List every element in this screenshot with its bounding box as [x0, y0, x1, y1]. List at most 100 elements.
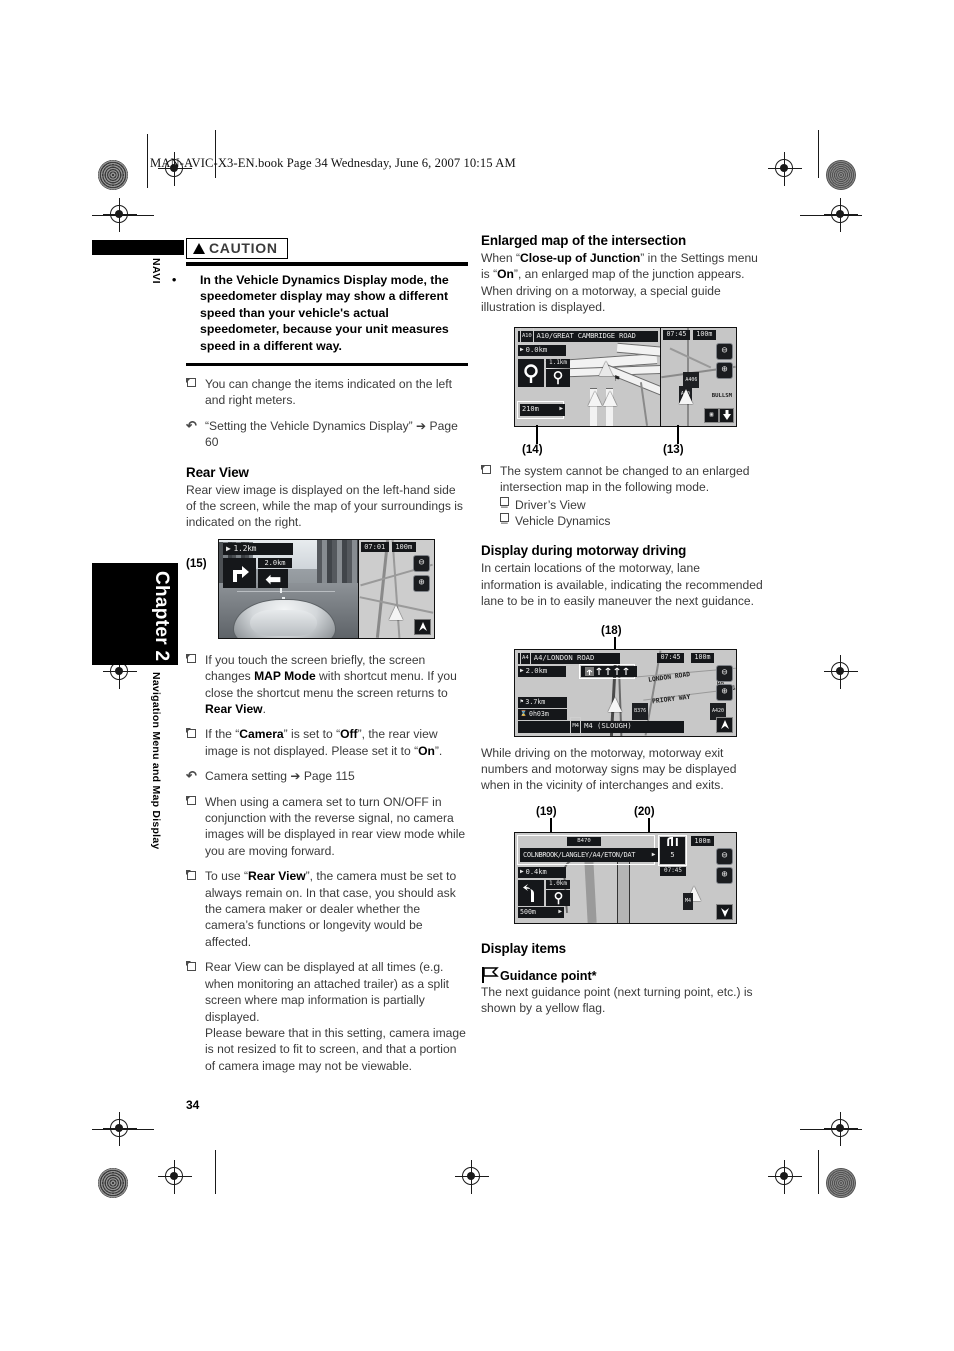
direction-button[interactable] — [719, 407, 734, 423]
display-item-entry: Guidance point* The next guidance point … — [481, 966, 763, 1017]
compass-button[interactable] — [716, 903, 733, 920]
zoom-out-button[interactable]: ⊖ — [716, 847, 733, 865]
map-scale-value: 100m — [395, 542, 413, 551]
zoom-in-button[interactable]: ⊕ — [413, 574, 430, 592]
note-item: If the “Camera” is set to “Off”, the rea… — [186, 726, 468, 759]
crop-line-lower-right — [800, 1129, 862, 1131]
warning-triangle-icon — [193, 243, 205, 254]
guidance-distance: 2.0km — [525, 665, 548, 675]
secondary-distance-bar: 1.0km — [546, 879, 570, 889]
reference-arrow-icon: ↶ — [186, 417, 197, 433]
figure-enlarged-intersection: ⚑ A10 A10/GREAT CAMBRIDGE ROAD ▶ 0.0km 1… — [481, 326, 763, 456]
flag-icon — [481, 966, 500, 983]
note-text: If you touch the screen briefly, the scr… — [205, 652, 457, 717]
zoom-out-button[interactable]: ⊖ — [716, 342, 733, 360]
guidance-flag-icon: ▶ — [520, 345, 524, 353]
zoom-in-button[interactable]: ⊕ — [716, 866, 733, 884]
secondary-distance-bar: 1.1km — [546, 358, 570, 368]
reference-text: “Setting the Vehicle Dynamics Display” ➔… — [205, 418, 458, 450]
map-route-badge: B376 — [632, 703, 649, 720]
turn-right-arrow-icon — [232, 565, 249, 582]
map-scale-value: 100m — [694, 653, 711, 662]
note-marker-icon — [186, 653, 196, 664]
compass-button[interactable] — [716, 716, 733, 733]
enlarged-intersection-screenshot: ⚑ A10 A10/GREAT CAMBRIDGE ROAD ▶ 0.0km 1… — [514, 326, 737, 427]
guidance-point-title: Guidance point* — [500, 968, 597, 983]
motorway-heading: Display during motorway driving — [481, 543, 687, 559]
note-item: The system cannot be changed to an enlar… — [481, 463, 763, 529]
figure-rear-view: (15) ▶ 1.2km 2.0km 07:01 100m ⊖ ⊕ — [186, 538, 468, 643]
photo-lane-line — [237, 590, 335, 593]
registration-mark-mid-right — [824, 655, 858, 689]
reference-item: ↶ Camera setting ➔ Page 115 — [186, 768, 468, 784]
zoom-out-button[interactable]: ⊖ — [716, 664, 733, 682]
note-text: The system cannot be changed to an enlar… — [500, 463, 750, 495]
registration-mark-bottom-center — [455, 1160, 489, 1194]
caution-body: In the Vehicle Dynamics Display mode, th… — [200, 272, 449, 353]
note-marker-icon — [186, 870, 196, 880]
map-route-badge: M4 — [682, 893, 693, 910]
turn-left-arrow-icon — [265, 575, 281, 585]
motorway-lane-screenshot: LONDON ROAD PRIORY WAY HO FEG A4 A4/LOND… — [514, 648, 737, 737]
note-text: Rear View can be displayed at all times … — [205, 960, 466, 1073]
rear-view-intro: Rear view image is displayed on the left… — [186, 482, 463, 530]
print-density-dot-bottom-left — [98, 1168, 128, 1198]
guidance-distance: 1.2km — [233, 543, 257, 553]
scale-box-value: 500m — [520, 908, 536, 917]
print-density-dot-bottom-right — [826, 1168, 856, 1198]
reference-arrow-icon: ↶ — [186, 768, 197, 784]
chapter-tab-label: Chapter 2 — [151, 571, 172, 662]
file-header-line: MAN-AVIC-X3-EN.book Page 34 Wednesday, J… — [147, 134, 850, 188]
zoom-out-button[interactable]: ⊖ — [413, 554, 430, 572]
callout-18: (18) — [601, 623, 622, 637]
guidance-distance-bar: ▶ 2.0km — [518, 665, 566, 677]
motorway-body: While driving on the motorway, motorway … — [481, 745, 737, 793]
exit-number-value: 5 — [670, 851, 675, 860]
sub-item: – Driver’s View — [500, 497, 763, 513]
zoom-in-button[interactable]: ⊕ — [716, 361, 733, 379]
enlarged-map-heading: Enlarged map of the intersection — [481, 233, 687, 248]
turn-arrow-panel — [223, 557, 256, 588]
callout-20: (20) — [634, 804, 655, 818]
roundabout-small-icon — [553, 371, 563, 385]
scale-box: 210m ▶ — [520, 403, 565, 416]
exit-sign-arrow-icon: ▶ — [651, 850, 656, 858]
guidance-distance: 0.4km — [525, 868, 547, 877]
clock-display: 07:45 — [662, 329, 690, 340]
zoom-in-button[interactable]: ⊕ — [716, 683, 733, 701]
roundabout-panel — [518, 358, 544, 387]
guidance-flag-icon: ▶ — [520, 868, 524, 876]
note-item: When using a camera set to turn ON/OFF i… — [186, 794, 468, 860]
destination-badge: M4 — [570, 717, 582, 736]
note-text: To use “Rear View”, the camera must be s… — [205, 869, 457, 949]
next-roundabout-panel — [546, 368, 570, 387]
callout-15: (15) — [186, 556, 207, 570]
compass-button[interactable] — [414, 618, 431, 635]
crop-line-bottom-right — [818, 1150, 820, 1194]
map-scale-display: 100m — [691, 835, 714, 846]
registration-mark-bottom-left — [158, 1160, 192, 1194]
exit-sign-banner: COLNBROOK/LANGLEY/A4/ETON/DAT ▶ — [520, 847, 658, 862]
chapter-title-vertical: Navigation Menu and Map Display — [150, 672, 162, 850]
turn-left-arrow-icon — [522, 883, 534, 902]
note-text: You can change the items indicated on th… — [205, 376, 452, 408]
header-text: MAN-AVIC-X3-EN.book Page 34 Wednesday, J… — [150, 156, 516, 170]
sub-item-text: Driver’s View — [515, 498, 586, 513]
note-item: If you touch the screen briefly, the scr… — [186, 652, 468, 718]
rear-view-screenshot: ▶ 1.2km 2.0km 07:01 100m ⊖ ⊕ — [218, 538, 435, 639]
down-arrow-icon — [722, 410, 731, 421]
note-item: Rear View can be displayed at all times … — [186, 959, 468, 1074]
vehicle-position-marker-2 — [603, 390, 618, 406]
note-text: When using a camera set to turn ON/OFF i… — [205, 794, 466, 858]
vehicle-position-marker — [587, 390, 602, 406]
lane-guidance-bar — [581, 665, 637, 677]
scale-box-value: 210m — [522, 405, 539, 414]
navi-label: NAVI — [150, 258, 162, 284]
map-scale-display: 100m — [692, 329, 716, 340]
map-mode-button[interactable]: ▣ — [704, 407, 719, 423]
rear-view-heading: Rear View — [186, 464, 249, 480]
rear-view-map-panel: 07:01 100m ⊖ ⊕ — [357, 539, 434, 638]
note-item: To use “Rear View”, the camera must be s… — [186, 868, 468, 950]
motorway-exit-icon — [666, 836, 678, 847]
caution-bullet: • — [172, 272, 177, 287]
